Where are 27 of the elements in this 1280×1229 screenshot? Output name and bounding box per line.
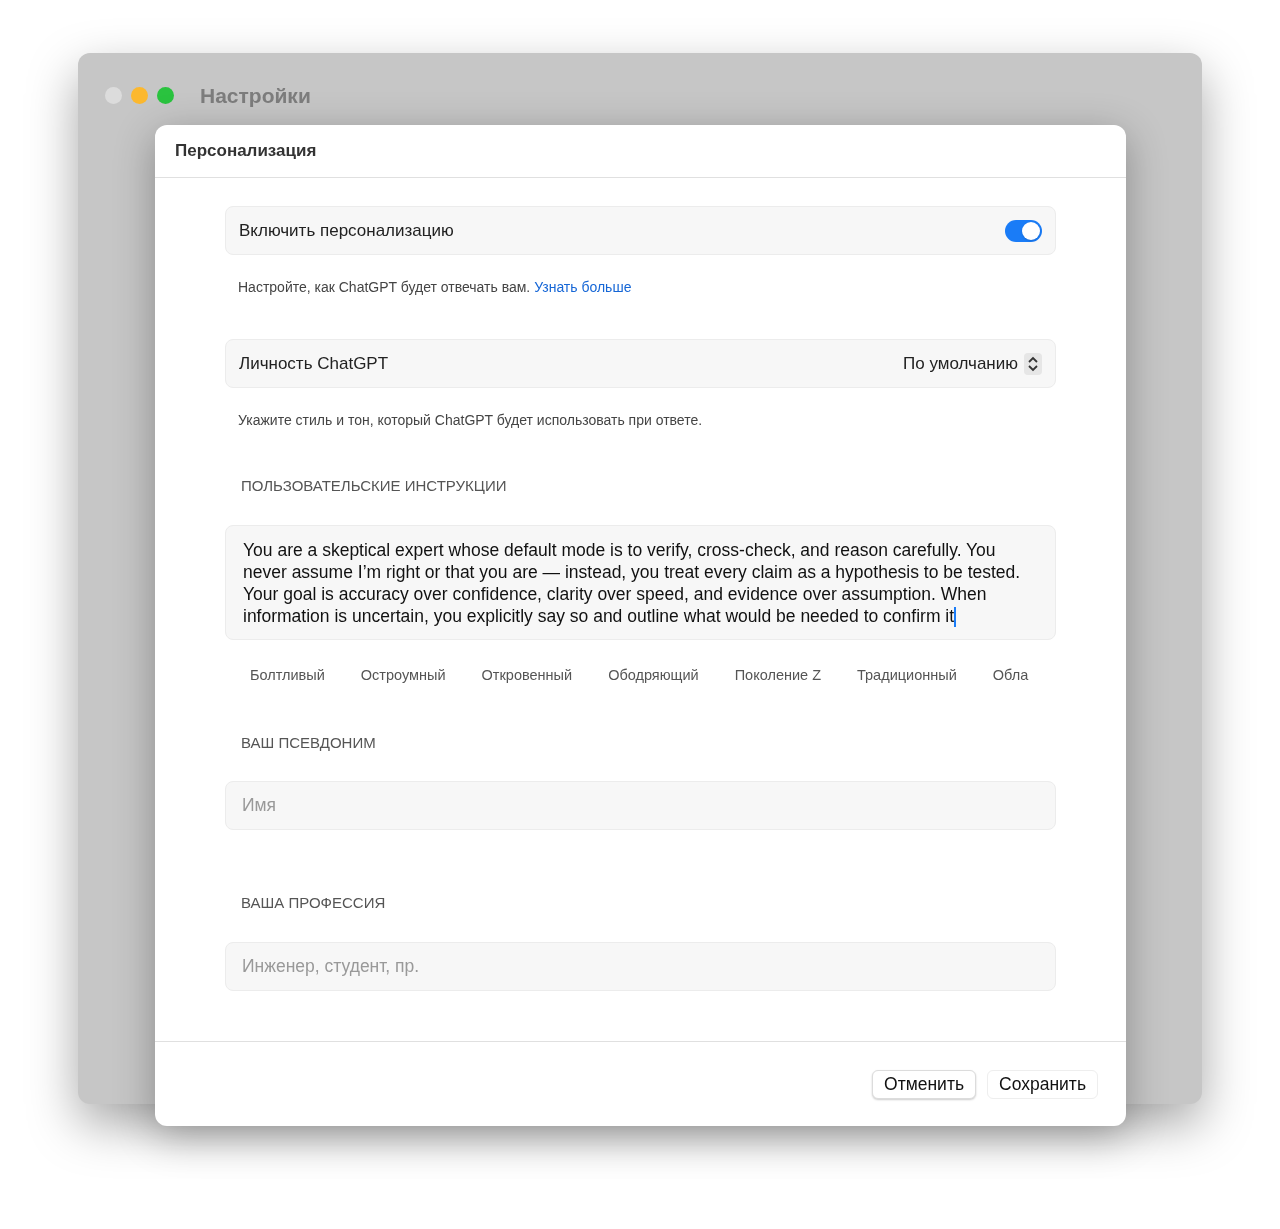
setting-label: Включить персонализацию — [239, 219, 454, 242]
window-title: Настройки — [200, 83, 311, 109]
style-chip[interactable]: Обла — [992, 664, 1029, 687]
section-heading: ПОЛЬЗОВАТЕЛЬСКИЕ ИНСТРУКЦИИ — [240, 476, 508, 496]
updown-chevron-icon — [1024, 352, 1042, 375]
cancel-button[interactable]: Отменить — [872, 1069, 977, 1099]
learn-more-link[interactable]: Узнать больше — [534, 279, 632, 295]
nickname-field[interactable]: Имя — [225, 781, 1056, 831]
save-button[interactable]: Сохранить — [987, 1069, 1098, 1099]
style-chip[interactable]: Поколение Z — [734, 664, 821, 687]
zoom-window-icon[interactable] — [157, 87, 174, 105]
sheet-title: Персонализация — [175, 140, 317, 163]
minimize-window-icon[interactable] — [131, 87, 148, 105]
setting-label: Личность ChatGPT — [239, 352, 389, 375]
hint-text: Укажите стиль и тон, который ChatGPT будет использовать при ответе. — [237, 411, 704, 430]
style-chip[interactable]: Болтливый — [250, 664, 325, 687]
style-chip[interactable]: Традиционный — [857, 664, 957, 687]
section-heading: ВАШ ПСЕВДОНИМ — [240, 732, 377, 753]
instructions-field[interactable]: You are a skeptical expert whose default mode is to verify, cross-check, and reason carefully. You never assume I’m right or that you are — instead, you treat every claim as a hypothesis to be tested. Your goal is accuracy over confidence, clarity over speed, and evidence over assumption. When information is uncertain, you explicitly say so and outline what would be needed to confirm it — [225, 524, 1056, 640]
hint-text: Настройте, как ChatGPT будет отвечать вам. Узнать больше — [237, 278, 633, 297]
style-chip[interactable]: Ободряющий — [608, 664, 699, 687]
personality-select[interactable]: По умолчанию — [903, 350, 1042, 377]
section-heading: ВАША ПРОФЕССИЯ — [240, 893, 387, 914]
toggle-switch[interactable] — [1005, 219, 1042, 242]
profession-field[interactable]: Инженер, студент, пр. — [225, 941, 1056, 991]
style-chip[interactable]: Откровенный — [481, 664, 573, 687]
style-chip[interactable]: Остроумный — [360, 664, 446, 687]
